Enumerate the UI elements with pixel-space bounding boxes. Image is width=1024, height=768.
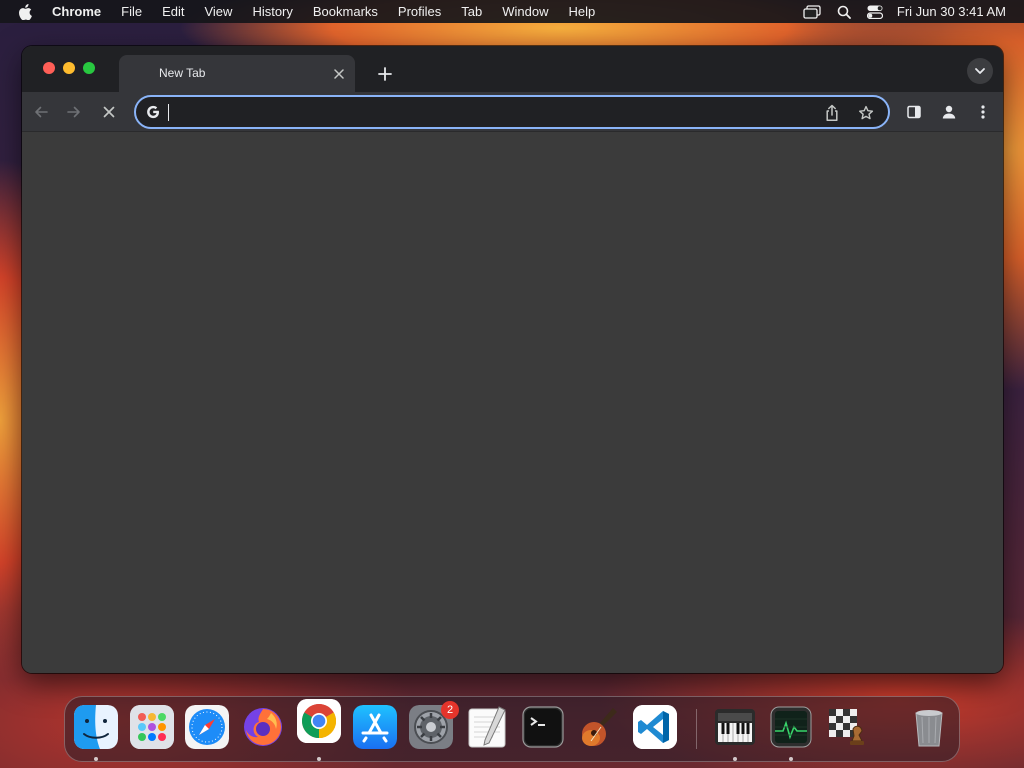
address-bar[interactable] xyxy=(134,95,890,129)
forward-button[interactable] xyxy=(62,100,86,124)
tab-title: New Tab xyxy=(159,66,206,80)
activity-monitor-icon[interactable] xyxy=(769,705,813,749)
menu-file[interactable]: File xyxy=(111,0,152,23)
tab-close-icon[interactable] xyxy=(332,67,345,80)
arrow-right-icon xyxy=(67,106,80,118)
terminal-icon[interactable] xyxy=(521,705,565,749)
menu-view[interactable]: View xyxy=(194,0,242,23)
running-indicator xyxy=(317,757,321,761)
spotlight-search-icon[interactable] xyxy=(837,5,851,19)
menu-history[interactable]: History xyxy=(242,0,302,23)
trash-icon[interactable] xyxy=(907,705,951,749)
vscode-icon[interactable] xyxy=(633,705,677,749)
menu-help[interactable]: Help xyxy=(559,0,606,23)
plus-icon xyxy=(378,67,392,81)
safari-icon[interactable] xyxy=(185,705,229,749)
profile-button[interactable] xyxy=(937,100,961,124)
running-indicator xyxy=(789,757,793,761)
finder-icon[interactable] xyxy=(74,705,118,749)
dock: 2 xyxy=(64,696,960,762)
chrome-icon[interactable] xyxy=(297,699,341,743)
menu-profiles[interactable]: Profiles xyxy=(388,0,451,23)
tab-strip: New Tab xyxy=(22,46,1003,92)
apple-menu-icon[interactable] xyxy=(18,3,34,20)
running-indicator xyxy=(94,757,98,761)
firefox-icon[interactable] xyxy=(241,705,285,749)
window-close-button[interactable] xyxy=(43,62,55,74)
close-icon xyxy=(103,106,115,118)
garageband-icon[interactable] xyxy=(577,705,621,749)
dock-separator xyxy=(696,709,697,749)
menu-bar: Chrome File Edit View History Bookmarks … xyxy=(0,0,1024,23)
text-cursor xyxy=(168,104,169,121)
menubar-clock[interactable]: Fri Jun 30 3:41 AM xyxy=(897,4,1006,19)
kebab-menu-icon xyxy=(981,105,985,119)
page-content xyxy=(22,132,1003,673)
piano-icon[interactable] xyxy=(713,705,757,749)
screen-mirroring-icon[interactable] xyxy=(803,4,821,19)
menu-app-chrome[interactable]: Chrome xyxy=(52,0,111,23)
bookmark-star-icon[interactable] xyxy=(856,103,876,123)
google-icon xyxy=(147,105,159,119)
menu-tab[interactable]: Tab xyxy=(451,0,492,23)
window-minimize-button[interactable] xyxy=(63,62,75,74)
stop-loading-button[interactable] xyxy=(97,100,121,124)
menu-window[interactable]: Window xyxy=(492,0,558,23)
tab-new-tab[interactable]: New Tab xyxy=(119,55,355,92)
arrow-left-icon xyxy=(35,106,48,118)
profile-icon xyxy=(942,105,956,119)
chess-icon[interactable] xyxy=(825,705,869,749)
textedit-icon[interactable] xyxy=(465,705,509,749)
side-panel-button[interactable] xyxy=(902,100,926,124)
control-center-icon[interactable] xyxy=(866,5,883,19)
back-button[interactable] xyxy=(29,100,53,124)
app-store-icon[interactable] xyxy=(353,705,397,749)
launchpad-icon[interactable] xyxy=(130,705,174,749)
menubar-status-area: Fri Jun 30 3:41 AM xyxy=(795,0,1024,23)
new-tab-button[interactable] xyxy=(372,61,398,87)
menu-edit[interactable]: Edit xyxy=(152,0,194,23)
running-indicator xyxy=(733,757,737,761)
menu-bookmarks[interactable]: Bookmarks xyxy=(303,0,388,23)
share-icon[interactable] xyxy=(822,103,842,123)
chrome-window: New Tab xyxy=(22,46,1003,673)
side-panel-icon xyxy=(907,105,921,119)
tab-search-button[interactable] xyxy=(967,58,993,84)
chrome-menu-button[interactable] xyxy=(971,100,995,124)
address-input[interactable] xyxy=(168,102,788,122)
chevron-down-icon xyxy=(975,68,985,74)
window-zoom-button[interactable] xyxy=(83,62,95,74)
browser-toolbar xyxy=(22,92,1003,132)
notification-badge: 2 xyxy=(441,701,459,719)
